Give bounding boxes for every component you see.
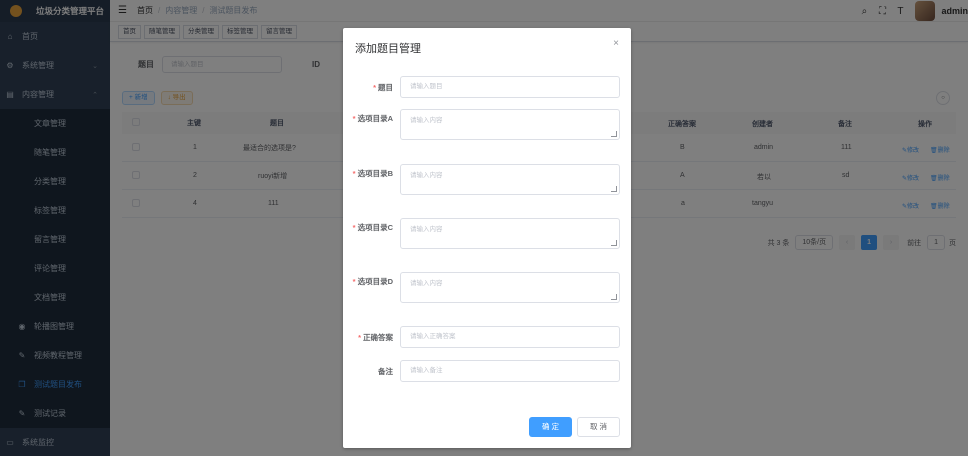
field-label: * 题目	[373, 83, 393, 92]
dialog-title: 添加题目管理	[355, 43, 421, 55]
confirm-button[interactable]: 确 定	[529, 417, 572, 437]
option-c-textarea[interactable]: 请输入内容	[400, 218, 620, 249]
remark-input[interactable]: 请输入备注	[400, 360, 620, 382]
answer-input[interactable]: 请输入正确答案	[400, 326, 620, 348]
option-b-textarea[interactable]: 请输入内容	[400, 164, 620, 195]
field-label: * 选项目录B	[352, 169, 393, 178]
add-question-dialog: 添加题目管理 × * 题目 请输入题目 * 选项目录A 请输入内容 * 选项目录B 请…	[343, 28, 631, 448]
field-label: * 正确答案	[358, 333, 393, 342]
field-label: 备注	[378, 367, 393, 376]
cancel-button[interactable]: 取 消	[577, 417, 620, 437]
field-label: * 选项目录A	[352, 114, 393, 123]
field-label: * 选项目录D	[352, 277, 393, 286]
title-input[interactable]: 请输入题目	[400, 76, 620, 98]
close-icon[interactable]: ×	[613, 38, 619, 49]
field-label: * 选项目录C	[352, 223, 393, 232]
option-d-textarea[interactable]: 请输入内容	[400, 272, 620, 303]
option-a-textarea[interactable]: 请输入内容	[400, 109, 620, 140]
